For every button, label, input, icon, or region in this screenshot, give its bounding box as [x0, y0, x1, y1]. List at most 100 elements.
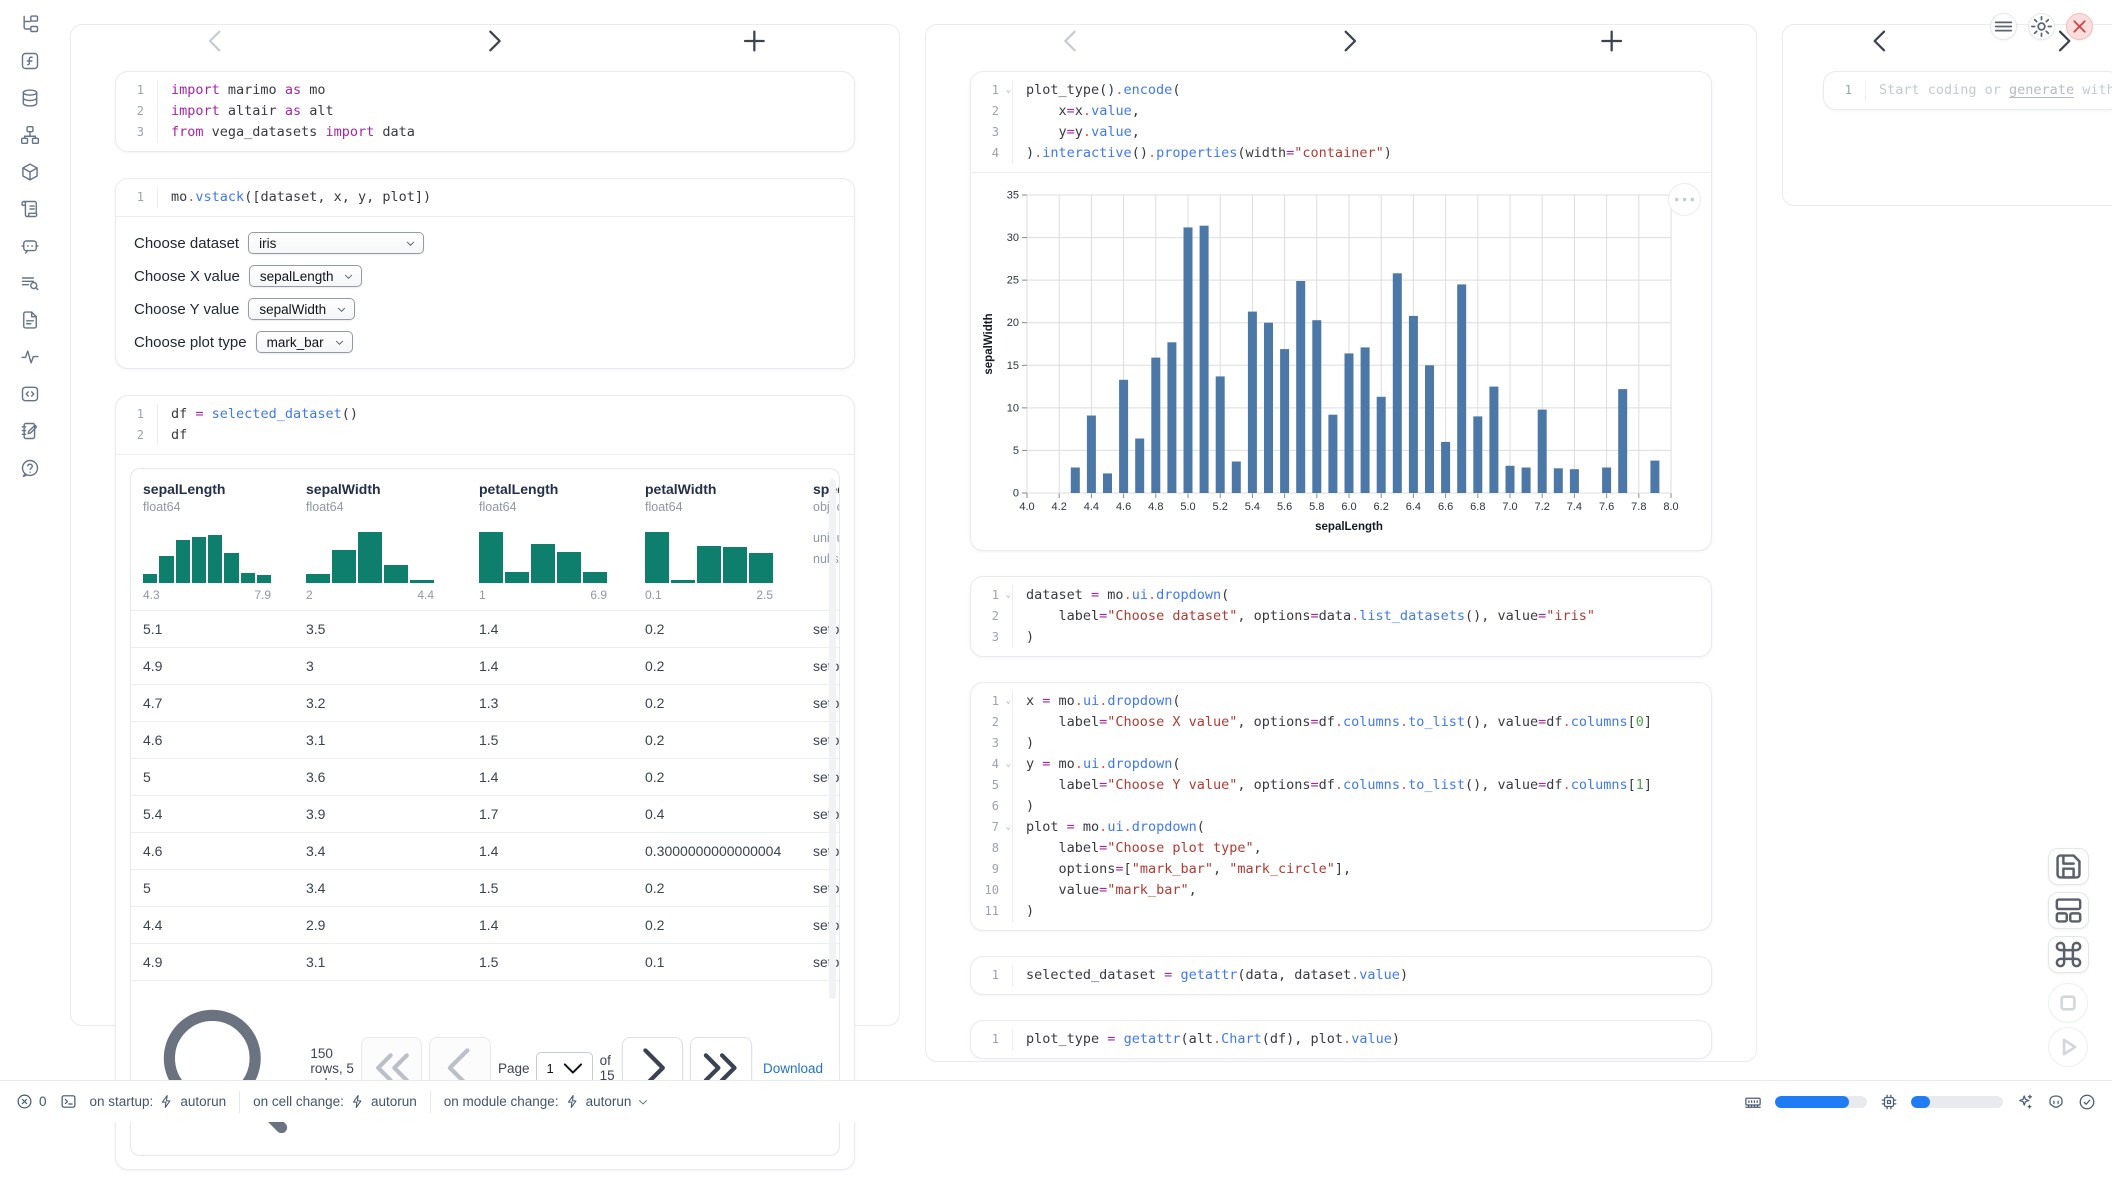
- zap-icon: [350, 1094, 365, 1109]
- close-button[interactable]: [2066, 13, 2093, 40]
- code-editor[interactable]: 1selected_dataset = getattr(data, datase…: [971, 957, 1711, 994]
- table-cell: 1.4: [467, 648, 633, 684]
- dataset-select[interactable]: iris: [248, 232, 424, 254]
- table-row[interactable]: 5.13.51.40.2setos: [131, 610, 839, 647]
- code-editor[interactable]: 1plot_type = getattr(alt.Chart(df), plot…: [971, 1021, 1711, 1058]
- line-number: 6: [971, 796, 1013, 817]
- chart-menu-button[interactable]: [1668, 183, 1701, 216]
- table-cell: 3.2: [294, 685, 467, 721]
- layout-button[interactable]: [2048, 892, 2089, 929]
- table-row[interactable]: 4.63.11.50.2setos: [131, 721, 839, 758]
- svg-text:7.2: 7.2: [1535, 501, 1550, 513]
- chevron-right-icon[interactable]: [1219, 25, 1480, 57]
- table-row[interactable]: 4.63.41.40.3000000000000004setos: [131, 832, 839, 869]
- column-header[interactable]: petalWidthfloat640.12.5: [633, 469, 801, 610]
- table-cell: 3: [294, 648, 467, 684]
- check-circle-icon[interactable]: [2078, 1093, 2096, 1111]
- column-header[interactable]: petalLengthfloat6416.9: [467, 469, 633, 610]
- table-row[interactable]: 53.41.50.2setos: [131, 869, 839, 906]
- chevron-left-icon[interactable]: [940, 25, 1201, 57]
- table-row[interactable]: 4.42.91.40.2setos: [131, 906, 839, 943]
- copilot-icon[interactable]: [2047, 1093, 2065, 1111]
- table-cell: 1.4: [467, 833, 633, 869]
- errors-indicator[interactable]: 0: [16, 1093, 47, 1110]
- package-icon[interactable]: [20, 162, 40, 182]
- chart-output: 4.04.24.44.64.85.05.25.45.65.86.06.26.46…: [971, 172, 1711, 550]
- search-icon[interactable]: [143, 989, 301, 1147]
- code-cell-vstack: 1mo.vstack([dataset, x, y, plot]) Choose…: [115, 178, 855, 369]
- line-number: 1⌄: [971, 80, 1013, 101]
- setting-value: autorun: [586, 1094, 632, 1109]
- chat-bot-icon[interactable]: [20, 236, 40, 256]
- zap-icon: [565, 1094, 580, 1109]
- code-editor[interactable]: 1⌄plot_type().encode(2 x=x.value,3 y=y.v…: [971, 72, 1711, 172]
- table-row[interactable]: 5.43.91.70.4setos: [131, 795, 839, 832]
- error-circle-icon: [16, 1093, 33, 1110]
- table-row[interactable]: 4.73.21.30.2setos: [131, 684, 839, 721]
- column-header[interactable]: sepalWidthfloat6424.4: [294, 469, 467, 610]
- column-3-toolbar: [1783, 25, 2112, 57]
- editor-placeholder: Start coding or generate with: [1866, 80, 2112, 101]
- settings-button[interactable]: [2028, 13, 2055, 40]
- save-button[interactable]: [2048, 848, 2089, 885]
- svg-text:35: 35: [1007, 190, 1019, 202]
- y-value-select[interactable]: sepalWidth: [248, 298, 355, 320]
- line-number: 7⌄: [971, 817, 1013, 838]
- run-button[interactable]: [2048, 1027, 2088, 1067]
- svg-text:5.2: 5.2: [1213, 501, 1228, 513]
- code-editor[interactable]: 1mo.vstack([dataset, x, y, plot]): [116, 179, 854, 216]
- chevron-left-icon[interactable]: [1797, 25, 1963, 57]
- bar-chart[interactable]: 4.04.24.44.64.85.05.25.45.65.86.06.26.46…: [981, 185, 1687, 537]
- on-module-change-setting[interactable]: on module change: autorun: [444, 1094, 650, 1109]
- keyboard-shortcuts-button[interactable]: [2048, 936, 2089, 973]
- table-cell: 1.5: [467, 944, 633, 980]
- file-tree-icon[interactable]: [20, 14, 40, 34]
- code-editor[interactable]: 1⌄dataset = mo.ui.dropdown(2 label="Choo…: [971, 577, 1711, 656]
- stop-button[interactable]: [2048, 983, 2088, 1023]
- activity-icon[interactable]: [20, 347, 40, 367]
- column-header[interactable]: sepalLengthfloat644.37.9: [131, 469, 294, 610]
- line-number: 3: [971, 122, 1013, 143]
- dependency-graph-icon[interactable]: [20, 125, 40, 145]
- setting-value: autorun: [180, 1094, 226, 1109]
- script-icon[interactable]: [20, 199, 40, 219]
- function-square-icon[interactable]: [20, 51, 40, 71]
- code-editor[interactable]: 1⌄x = mo.ui.dropdown(2 label="Choose X v…: [971, 683, 1711, 930]
- help-icon[interactable]: [20, 458, 40, 478]
- code-editor[interactable]: 1import marimo as mo2import altair as al…: [116, 72, 854, 151]
- dropdown-label: Choose X value: [134, 268, 240, 285]
- list-search-icon[interactable]: [20, 273, 40, 293]
- code-editor[interactable]: 1 Start coding or generate with: [1824, 72, 2112, 109]
- on-cell-change-setting[interactable]: on cell change: autorun: [253, 1094, 417, 1109]
- x-value-select[interactable]: sepalLength: [249, 265, 363, 287]
- code-cell-dataset-dropdown: 1⌄dataset = mo.ui.dropdown(2 label="Choo…: [970, 576, 1712, 657]
- scratchpad-icon[interactable]: [20, 421, 40, 441]
- svg-text:5: 5: [1013, 445, 1019, 457]
- add-cell-button[interactable]: [1481, 25, 1742, 57]
- notebook-column-3: 1 Start coding or generate with: [1782, 24, 2112, 206]
- line-number: 8: [971, 838, 1013, 859]
- on-startup-setting[interactable]: on startup: autorun: [90, 1094, 227, 1109]
- chevron-right-icon[interactable]: [364, 25, 625, 57]
- plot-type-select[interactable]: mark_bar: [256, 331, 353, 353]
- download-button[interactable]: Download: [763, 1061, 827, 1076]
- generate-link[interactable]: generate: [2009, 82, 2074, 98]
- document-icon[interactable]: [20, 310, 40, 330]
- table-scrollbar[interactable]: [829, 479, 836, 999]
- chevron-left-icon[interactable]: [85, 25, 346, 57]
- table-row[interactable]: 4.93.11.50.1setos: [131, 943, 839, 980]
- table-row[interactable]: 4.931.40.2setos: [131, 647, 839, 684]
- code-snippet-icon[interactable]: [20, 384, 40, 404]
- terminal-button[interactable]: [60, 1093, 77, 1110]
- code-cell-xy-plot-dropdowns: 1⌄x = mo.ui.dropdown(2 label="Choose X v…: [970, 682, 1712, 931]
- code-cell-imports: 1import marimo as mo2import altair as al…: [115, 71, 855, 152]
- status-bar: 0 on startup: autorun on cell change: au…: [0, 1080, 2112, 1122]
- column-histogram: [306, 529, 434, 583]
- table-row[interactable]: 53.61.40.2setos: [131, 758, 839, 795]
- code-editor[interactable]: 1df = selected_dataset()2df: [116, 396, 854, 454]
- database-icon[interactable]: [20, 88, 40, 108]
- add-cell-button[interactable]: [624, 25, 885, 57]
- sparkles-icon[interactable]: [2016, 1093, 2034, 1111]
- column-histogram: [479, 529, 607, 583]
- menu-button[interactable]: [1990, 13, 2017, 40]
